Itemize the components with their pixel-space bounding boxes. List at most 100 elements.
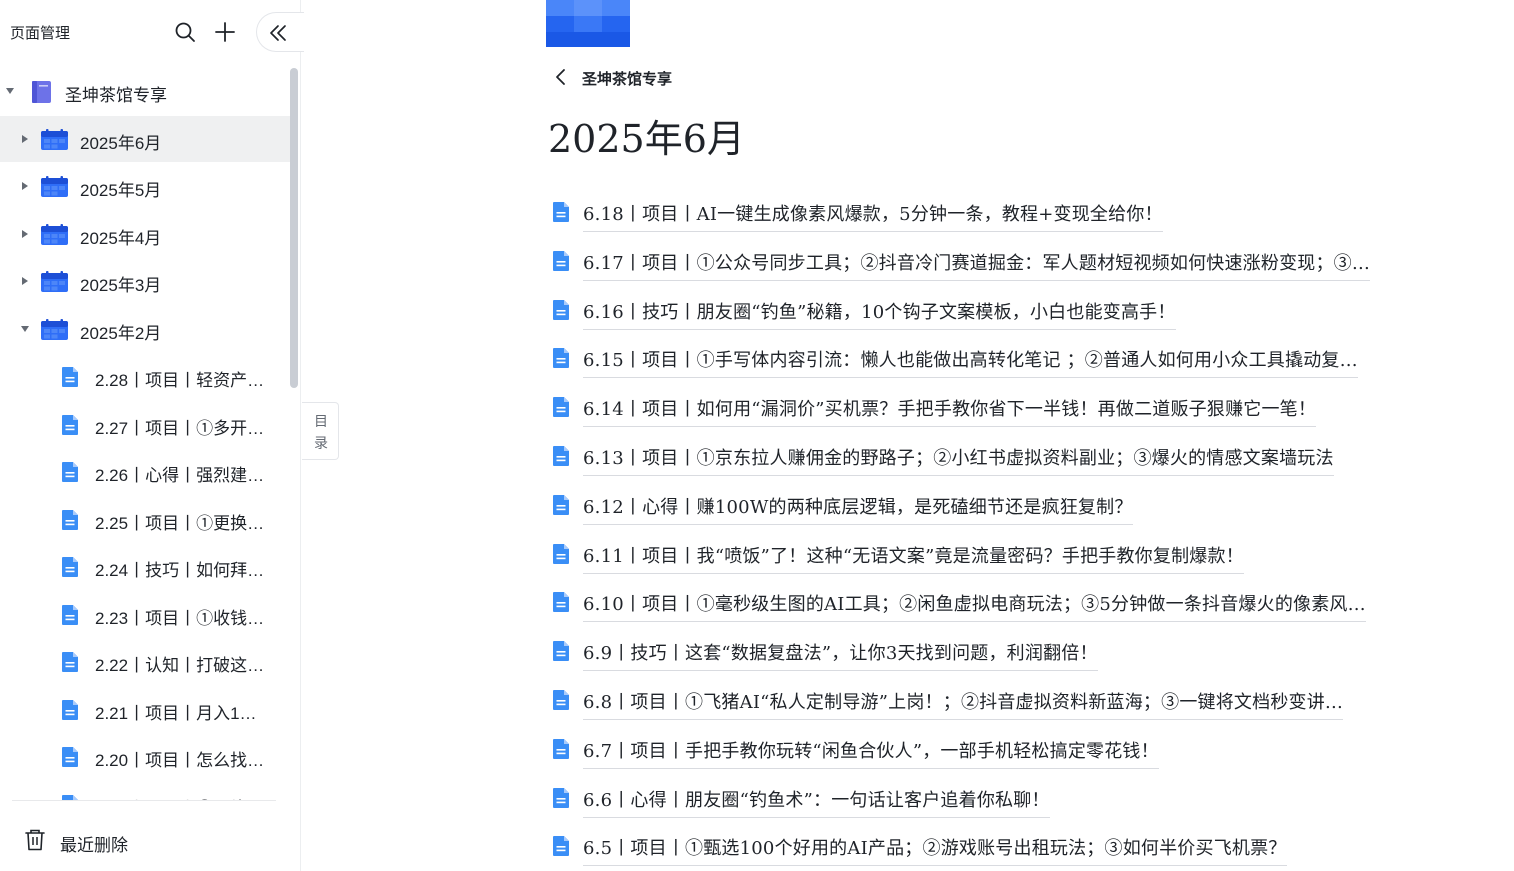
- sidebar-title: 页面管理: [10, 24, 71, 42]
- sidebar: 页面管理 圣坤茶馆专享 2025年6月 2025年5月 2025年4月 2025年3月 2…: [0, 0, 304, 871]
- doc-link[interactable]: 6.6丨心得丨朋友圈“钓鱼术”：一句话让客户追着你私聊！: [552, 782, 1452, 818]
- doc-link[interactable]: 6.15丨项目丨①手写体内容引流：懒人也能做出高转化笔记 ；②普通人如何用小众工…: [552, 342, 1452, 379]
- doc-link-title: 6.8丨项目丨①飞猪AI“私人定制导游”上岗！；②抖音虚拟资料新蓝海；③一键将文…: [583, 688, 1344, 720]
- doc-icon: [553, 202, 569, 222]
- tree-doc-item[interactable]: 2.21丨项目丨月入1…: [0, 686, 290, 732]
- doc-link[interactable]: 6.12丨心得丨赚100W的两种底层逻辑，是死磕细节还是疯狂复制？: [552, 489, 1452, 525]
- tree-item-label: 2.20丨项目丨怎么找…: [95, 751, 265, 770]
- caret-down-icon[interactable]: [6, 87, 14, 95]
- doc-link[interactable]: 6.18丨项目丨AI一键生成像素风爆款，5分钟一条，教程+变现全给你！: [552, 196, 1452, 232]
- tree-item-label: 2.23丨项目丨①收钱…: [95, 608, 265, 628]
- calendar-icon: [41, 318, 68, 340]
- tree-item-label: 2.24丨技巧丨如何拜…: [95, 561, 265, 580]
- tree-item-label: 2025年3月: [80, 276, 162, 295]
- collapse-sidebar-button[interactable]: [256, 12, 304, 52]
- toc-toggle-button[interactable]: 目 录: [302, 402, 339, 460]
- doc-link[interactable]: 6.8丨项目丨①飞猪AI“私人定制导游”上岗！；②抖音虚拟资料新蓝海；③一键将文…: [552, 684, 1452, 720]
- doc-link-title: 6.16丨技巧丨朋友圈“钓鱼”秘籍，10个钩子文案模板，小白也能变高手！: [583, 298, 1176, 330]
- tree-doc-item[interactable]: 2.22丨认知丨打破这…: [0, 638, 290, 684]
- tree-item-label: 2025年5月: [80, 181, 162, 200]
- doc-icon: [62, 509, 78, 530]
- doc-link[interactable]: 6.7丨项目丨手把手教你玩转“闲鱼合伙人”，一部手机轻松搞定零花钱！: [552, 733, 1452, 769]
- sidebar-scrollbar[interactable]: [290, 68, 298, 388]
- doc-icon: [553, 738, 569, 759]
- double-chevron-left-icon: [270, 25, 286, 41]
- calendar-icon: [41, 128, 68, 150]
- doc-link[interactable]: 6.14丨项目丨如何用“漏洞价”买机票？手把手教你省下一半钱！再做二道贩子狠赚它…: [552, 391, 1452, 428]
- tree-doc-item[interactable]: 2.23丨项目丨①收钱…: [0, 591, 290, 637]
- tree-folder-item[interactable]: 2025年3月: [0, 258, 290, 304]
- sidebar-header: 页面管理: [0, 0, 304, 64]
- recent-deleted-item[interactable]: 最近删除: [0, 815, 290, 865]
- tree-folder-item[interactable]: 圣坤茶馆专享: [0, 68, 290, 114]
- tree-item-label: 2.25丨项目丨①更换…: [95, 513, 265, 533]
- tree-folder-item[interactable]: 2025年5月: [0, 163, 290, 209]
- doc-link-title: 6.10丨项目丨①毫秒级生图的AI工具；②闲鱼虚拟电商玩法；③5分钟做一条抖音爆…: [583, 590, 1366, 623]
- calendar-icon: [41, 271, 68, 292]
- doc-icon: [553, 836, 569, 857]
- tree-doc-item[interactable]: 2.28丨项目丨轻资产…: [0, 353, 290, 399]
- caret-right-icon[interactable]: [21, 229, 29, 238]
- doc-link-title: 6.15丨项目丨①手写体内容引流：懒人也能做出高转化笔记 ；②普通人如何用小众工…: [583, 346, 1358, 379]
- doc-link[interactable]: 6.16丨技巧丨朋友圈“钓鱼”秘籍，10个钩子文案模板，小白也能变高手！: [552, 294, 1452, 330]
- doc-link[interactable]: 6.5丨项目丨①甄选100个好用的AI产品；②游戏账号出租玩法；③如何半价买飞机…: [552, 830, 1452, 867]
- add-icon[interactable]: [213, 20, 237, 44]
- calendar-icon: [41, 223, 68, 245]
- tree-doc-item[interactable]: 2.27丨项目丨①多开…: [0, 401, 290, 447]
- caret-right-icon[interactable]: [21, 182, 29, 190]
- doc-icon: [553, 494, 569, 515]
- tree-item-label: 2.28丨项目丨轻资产…: [95, 371, 265, 390]
- doc-link[interactable]: 6.13丨项目丨①京东拉人赚佣金的野路子；②小红书虚拟资料副业；③爆火的情感文案…: [552, 440, 1452, 476]
- tree-item-label: 2025年2月: [80, 323, 162, 343]
- sidebar-divider: [12, 800, 276, 801]
- doc-link-title: 6.17丨项目丨①公众号同步工具；②抖音冷门赛道掘金：军人题材短视频如何快速涨粉…: [583, 249, 1371, 281]
- tree-folder-item[interactable]: 2025年2月: [0, 306, 290, 352]
- doc-icon: [553, 446, 569, 466]
- breadcrumb-label: 圣坤茶馆专享: [582, 70, 673, 88]
- doc-link-title: 6.7丨项目丨手把手教你玩转“闲鱼合伙人”，一部手机轻松搞定零花钱！: [583, 737, 1159, 769]
- doc-icon: [553, 397, 569, 418]
- doc-icon: [62, 699, 78, 720]
- tree-item-label: 2.26丨心得丨强烈建…: [95, 466, 265, 485]
- doc-link-title: 6.11丨项目丨我“喷饭”了！这种“无语文案”竟是流量密码？手把手教你复制爆款！: [583, 542, 1244, 574]
- chevron-left-icon: [556, 69, 565, 85]
- doc-icon: [553, 348, 569, 369]
- doc-link[interactable]: 6.10丨项目丨①毫秒级生图的AI工具；②闲鱼虚拟电商玩法；③5分钟做一条抖音爆…: [552, 586, 1452, 623]
- page-cover-icon: [546, 0, 630, 47]
- page-tree: 圣坤茶馆专享 2025年6月 2025年5月 2025年4月 2025年3月 2025年2…: [0, 68, 290, 801]
- doc-link-title: 6.6丨心得丨朋友圈“钓鱼术”：一句话让客户追着你私聊！: [583, 786, 1050, 818]
- doc-link-title: 6.12丨心得丨赚100W的两种底层逻辑，是死磕细节还是疯狂复制？: [583, 493, 1133, 525]
- toc-tab-label-1: 目: [314, 414, 328, 430]
- tree-doc-item[interactable]: 2.19丨项目丨①图片…: [0, 781, 290, 801]
- doc-link-title: 6.9丨技巧丨这套“数据复盘法”，让你3天找到问题，利润翻倍！: [583, 639, 1098, 672]
- toc-tab-label-2: 录: [314, 436, 328, 452]
- search-icon[interactable]: [174, 21, 196, 43]
- tree-doc-item[interactable]: 2.26丨心得丨强烈建…: [0, 448, 290, 494]
- caret-right-icon[interactable]: [21, 134, 29, 143]
- tree-doc-item[interactable]: 2.20丨项目丨怎么找…: [0, 733, 290, 779]
- doc-link[interactable]: 6.17丨项目丨①公众号同步工具；②抖音冷门赛道掘金：军人题材短视频如何快速涨粉…: [552, 245, 1452, 281]
- caret-down-icon[interactable]: [21, 325, 29, 333]
- doc-icon: [62, 367, 78, 387]
- doc-icon: [553, 299, 569, 320]
- doc-link[interactable]: 6.11丨项目丨我“喷饭”了！这种“无语文案”竟是流量密码？手把手教你复制爆款！: [552, 538, 1452, 574]
- page-title: 2025年6月: [548, 117, 745, 161]
- tree-folder-item[interactable]: 2025年6月: [0, 115, 290, 162]
- tree-doc-item[interactable]: 2.24丨技巧丨如何拜…: [0, 543, 290, 589]
- tree-item-label: 2025年6月: [80, 133, 162, 153]
- doc-link[interactable]: 6.9丨技巧丨这套“数据复盘法”，让你3天找到问题，利润翻倍！: [552, 635, 1452, 672]
- doc-icon: [553, 543, 569, 564]
- doc-link-title: 6.14丨项目丨如何用“漏洞价”买机票？手把手教你省下一半钱！再做二道贩子狠赚它…: [583, 395, 1317, 428]
- caret-right-icon[interactable]: [21, 277, 29, 285]
- doc-icon: [553, 787, 569, 808]
- doc-icon: [62, 462, 78, 482]
- doc-icon: [62, 604, 78, 625]
- knowledge-base-icon: [32, 81, 51, 103]
- tree-item-label: 2.22丨认知丨打破这…: [95, 656, 265, 675]
- doc-icon: [62, 414, 78, 435]
- tree-folder-item[interactable]: 2025年4月: [0, 211, 290, 257]
- doc-icon: [62, 652, 78, 672]
- tree-doc-item[interactable]: 2.25丨项目丨①更换…: [0, 496, 290, 542]
- tree-item-label: 2.27丨项目丨①多开…: [95, 418, 265, 438]
- doc-link-title: 6.18丨项目丨AI一键生成像素风爆款，5分钟一条，教程+变现全给你！: [583, 200, 1163, 232]
